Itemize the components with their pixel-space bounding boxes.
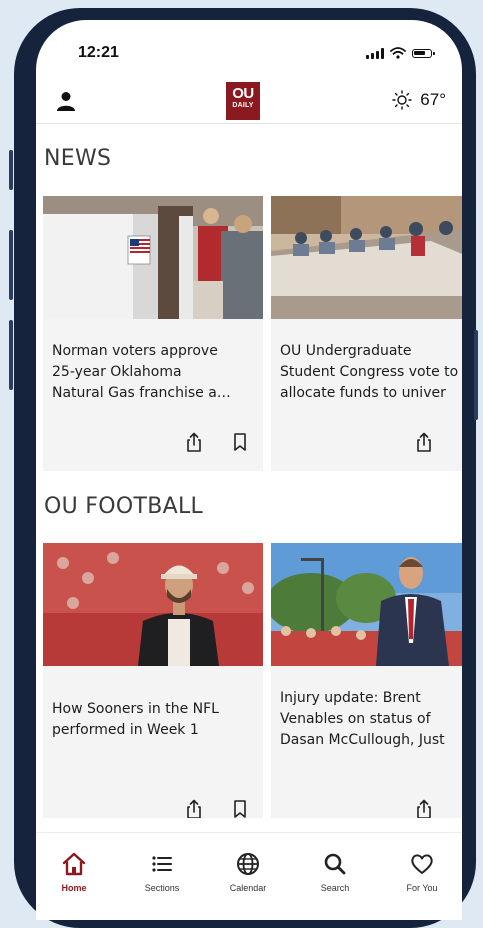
wifi-icon bbox=[390, 47, 406, 59]
nav-label: Calendar bbox=[229, 883, 267, 893]
article-actions bbox=[43, 799, 263, 818]
home-icon bbox=[62, 852, 86, 876]
share-icon[interactable] bbox=[185, 432, 203, 452]
profile-icon[interactable] bbox=[54, 89, 78, 113]
app-screen: 12:21 OU DAILY 67° NEWS Norman voters ap… bbox=[36, 20, 462, 920]
nav-label: Home bbox=[61, 883, 87, 893]
app-header: OU DAILY 67° bbox=[36, 80, 462, 124]
article-actions bbox=[271, 799, 462, 818]
news-card-row[interactable]: Norman voters approve 25-year Oklahoma N… bbox=[36, 196, 462, 471]
article-image-venables bbox=[271, 543, 462, 666]
nav-label: For You bbox=[406, 883, 438, 893]
article-card[interactable]: Injury update: Brent Venables on status … bbox=[271, 543, 462, 818]
logo-text-bottom: DAILY bbox=[232, 102, 254, 109]
bottom-navigation: Home Sections Calendar Search For You bbox=[36, 832, 462, 920]
bookmark-icon[interactable] bbox=[231, 799, 249, 818]
section-title-ou-football: OU FOOTBALL bbox=[44, 494, 204, 519]
nav-for-you[interactable]: For You bbox=[387, 851, 457, 893]
nav-label: Sections bbox=[144, 883, 180, 893]
status-bar: 12:21 bbox=[36, 20, 462, 80]
list-icon bbox=[152, 856, 172, 872]
share-icon[interactable] bbox=[415, 799, 433, 818]
phone-power-button bbox=[474, 330, 478, 420]
phone-side-button bbox=[9, 150, 13, 190]
phone-volume-up-button bbox=[9, 230, 13, 300]
article-image-sooners-nfl bbox=[43, 543, 263, 666]
article-image-student-congress bbox=[271, 196, 462, 319]
article-title[interactable]: Injury update: Brent Venables on status … bbox=[280, 688, 462, 751]
article-title[interactable]: Norman voters approve 25-year Oklahoma N… bbox=[52, 341, 262, 404]
nav-label: Search bbox=[320, 883, 350, 893]
weather-widget[interactable]: 67° bbox=[392, 90, 446, 110]
nav-home[interactable]: Home bbox=[39, 851, 109, 893]
share-icon[interactable] bbox=[415, 432, 433, 452]
article-title[interactable]: How Sooners in the NFL performed in Week… bbox=[52, 699, 262, 741]
football-card-row[interactable]: How Sooners in the NFL performed in Week… bbox=[36, 543, 462, 818]
ou-daily-logo: OU DAILY bbox=[226, 82, 260, 120]
article-card[interactable]: OU Undergraduate Student Congress vote t… bbox=[271, 196, 462, 471]
article-title[interactable]: OU Undergraduate Student Congress vote t… bbox=[280, 341, 462, 404]
weather-temperature: 67° bbox=[420, 90, 446, 109]
sun-icon bbox=[392, 90, 412, 110]
status-time: 12:21 bbox=[78, 44, 119, 61]
signal-icon bbox=[366, 47, 384, 59]
share-icon[interactable] bbox=[185, 799, 203, 818]
phone-volume-down-button bbox=[9, 320, 13, 390]
bookmark-icon[interactable] bbox=[231, 432, 249, 452]
nav-sections[interactable]: Sections bbox=[127, 851, 197, 893]
article-card[interactable]: How Sooners in the NFL performed in Week… bbox=[43, 543, 263, 818]
nav-search[interactable]: Search bbox=[300, 851, 370, 893]
article-actions bbox=[271, 432, 462, 456]
heart-icon bbox=[411, 854, 433, 874]
article-card[interactable]: Norman voters approve 25-year Oklahoma N… bbox=[43, 196, 263, 471]
article-actions bbox=[43, 432, 263, 456]
section-title-news: NEWS bbox=[44, 146, 112, 171]
logo-text-top: OU bbox=[232, 85, 254, 102]
article-image-voting bbox=[43, 196, 263, 319]
globe-icon bbox=[237, 853, 259, 875]
nav-calendar[interactable]: Calendar bbox=[213, 851, 283, 893]
search-icon bbox=[324, 853, 346, 875]
battery-icon bbox=[412, 48, 435, 58]
status-icons bbox=[366, 47, 435, 59]
